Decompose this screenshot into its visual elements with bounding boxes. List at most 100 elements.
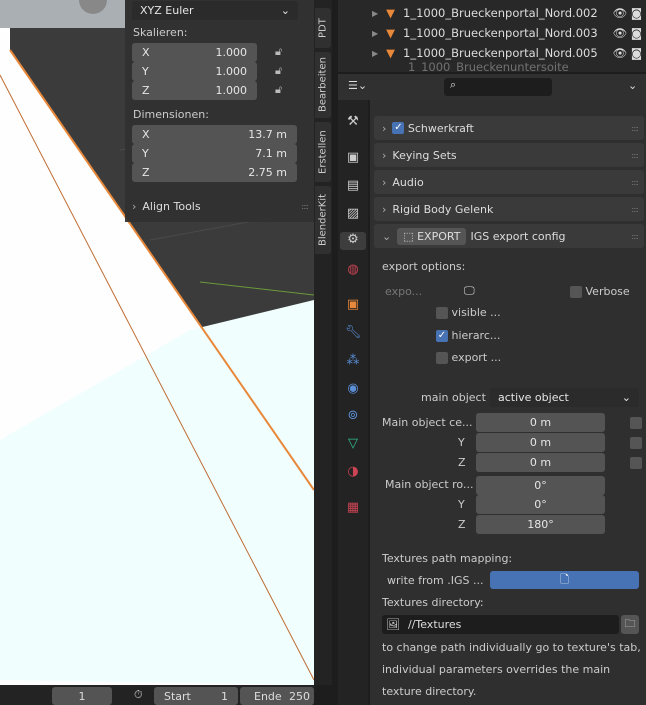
outliner-item[interactable]: ▶ ▼ 1_1000_Brueckenportal_Nord.002 👁︎ ◙	[338, 3, 646, 23]
panel-audio[interactable]: › Audio::::	[374, 170, 644, 194]
center-y-checkbox[interactable]	[630, 437, 642, 449]
verbose-checkbox[interactable]: Verbose	[570, 285, 630, 298]
monitor-icon[interactable]: 🖵︎	[464, 284, 475, 298]
view-layer-icon[interactable]: ▨	[344, 206, 362, 224]
constraints-icon[interactable]: ⊚	[344, 408, 362, 426]
rotation-x-field[interactable]: 0°	[476, 476, 605, 495]
mesh-icon: ▼	[386, 26, 396, 40]
center-label: Main object ce...	[382, 416, 473, 429]
sidebar-item-panel: XYZ Euler ⌄ Skalieren: X 1.000 Y 1.000 Z 1.0…	[125, 0, 314, 222]
stopwatch-icon[interactable]: ⏱︎	[134, 688, 143, 702]
expo-label: expo...	[385, 285, 423, 298]
note-text: texture directory.	[382, 685, 477, 698]
eye-icon: 👁︎ ◙	[612, 6, 642, 20]
rotation-mode-value: XYZ Euler	[140, 4, 194, 17]
render-icon[interactable]: ▣	[344, 150, 362, 168]
scale-x-field[interactable]: X 1.000	[132, 43, 257, 62]
dimensions-label: Dimensionen:	[133, 108, 209, 121]
search-icon: ⌕	[450, 78, 457, 91]
current-frame-field[interactable]: 1	[52, 687, 112, 705]
wrench-icon[interactable]: 🔧︎	[344, 325, 362, 343]
physics-icon[interactable]: ◉	[344, 381, 362, 399]
unlock-icon[interactable]: 🔓︎	[275, 45, 282, 59]
outliner-item[interactable]: ▶ ▼ 1_1000_Brueckenportal_Nord.003 👁︎ ◙	[338, 23, 646, 43]
particles-icon[interactable]: ⁂	[344, 353, 362, 371]
rotation-y-field[interactable]: 0°	[476, 495, 605, 514]
export-checkbox[interactable]: export ...	[436, 351, 501, 364]
main-object-label: main object	[421, 391, 486, 404]
mesh-icon: ▼	[386, 46, 396, 60]
scale-z-field[interactable]: Z 1.000	[132, 81, 257, 100]
write-from-label: write from .IGS ...	[387, 574, 484, 587]
gravity-checkbox[interactable]: ✓	[392, 122, 405, 134]
dimension-z-field[interactable]: Z 2.75 m	[132, 163, 297, 182]
textures-mapping-label: Textures path mapping:	[382, 552, 513, 565]
chevron-down-icon: ⌄	[621, 391, 631, 404]
tab-erstellen[interactable]: Erstellen	[315, 122, 331, 182]
world-icon[interactable]: ◍	[344, 262, 362, 280]
eye-icon: 👁︎ ◙	[612, 46, 642, 60]
chevron-down-icon: ⌄	[280, 4, 290, 17]
properties-content: › ✓ Schwerkraft:::: › Keying Sets:::: › Aud…	[370, 100, 646, 705]
export-button[interactable]: ⬚ EXPORT	[397, 227, 467, 245]
file-toggle-button[interactable]: 🗋︎	[490, 571, 639, 589]
folder-icon[interactable]: 🗀︎	[621, 615, 639, 634]
tab-blenderkit[interactable]: BlenderKit	[315, 186, 331, 254]
sidebar-tabs: PDT Bearbeiten Erstellen BlenderKit	[314, 0, 332, 685]
panel-rigid-body[interactable]: › Rigid Body Gelenk::::	[374, 197, 644, 221]
rotation-mode-dropdown[interactable]: XYZ Euler ⌄	[132, 1, 298, 20]
outliner: ▶ ▼ 1_1000_Brueckenportal_Nord.002 👁︎ ◙ ▶ ▼ 1…	[338, 0, 646, 72]
scene-icon[interactable]: ⚙	[340, 232, 366, 250]
hierarchy-checkbox[interactable]: ✓ hierarc...	[436, 329, 500, 342]
object-icon[interactable]: ▣	[344, 297, 362, 315]
eye-icon: 👁︎ ◙	[612, 26, 642, 40]
main-object-dropdown[interactable]: active object ⌄	[490, 388, 639, 407]
axis-label: Y	[458, 498, 465, 511]
start-frame-field[interactable]: Start 1	[154, 687, 238, 705]
note-text: individual parameters overrides the main	[382, 663, 611, 676]
tool-icon[interactable]: ⚒	[344, 114, 362, 132]
timeline-bar: 1 ⏱︎ Start 1 Ende 250	[0, 685, 314, 705]
dimension-y-field[interactable]: Y 7.1 m	[132, 144, 297, 163]
scale-label: Skalieren:	[133, 26, 188, 39]
tab-bearbeiten[interactable]: Bearbeiten	[315, 52, 331, 118]
chevron-down-icon[interactable]: ⌄	[628, 79, 637, 92]
mesh-data-icon[interactable]: ▽	[344, 436, 362, 454]
rotation-z-field[interactable]: 180°	[476, 515, 605, 534]
align-tools-panel[interactable]: › Align Tools	[132, 200, 201, 213]
end-frame-field[interactable]: Ende 250	[240, 687, 314, 705]
panel-igs-export[interactable]: ⌄ ⬚ EXPORT IGS export config::::	[374, 224, 644, 248]
textures-dir-input[interactable]: 🖼︎//Textures	[382, 615, 619, 634]
center-z-checkbox[interactable]	[630, 457, 642, 469]
note-text: to change path individually go to textur…	[382, 641, 641, 654]
editor-type-icon[interactable]: ☰⌄	[348, 79, 367, 92]
dimension-x-field[interactable]: X 13.7 m	[132, 125, 297, 144]
output-icon[interactable]: ▤	[344, 178, 362, 196]
panel-gravity[interactable]: › ✓ Schwerkraft::::	[374, 116, 644, 140]
texture-icon[interactable]: ▦	[344, 500, 362, 518]
center-x-field[interactable]: 0 m	[476, 413, 605, 432]
rotation-label: Main object ro...	[385, 478, 474, 491]
export-options-label: export options:	[382, 260, 466, 273]
axis-label: Y	[458, 436, 465, 449]
outliner-item[interactable]: 1_1000_Brueckenuntersoite	[338, 62, 646, 72]
panel-keying-sets[interactable]: › Keying Sets::::	[374, 143, 644, 167]
mesh-icon: ▼	[386, 6, 396, 20]
center-y-field[interactable]: 0 m	[476, 433, 605, 452]
scale-y-field[interactable]: Y 1.000	[132, 62, 257, 81]
center-x-checkbox[interactable]	[630, 417, 642, 429]
drag-handle-icon[interactable]: ::::	[301, 202, 309, 211]
unlock-icon[interactable]: 🔓︎	[275, 64, 282, 78]
material-icon[interactable]: ◑	[344, 464, 362, 482]
unlock-icon[interactable]: 🔓︎	[275, 83, 282, 97]
tab-pdt[interactable]: PDT	[315, 8, 331, 48]
outliner-item[interactable]: ▶ ▼ 1_1000_Brueckenportal_Nord.005 👁︎ ◙	[338, 43, 646, 63]
properties-header: ☰⌄ ⌕ ⌄	[338, 74, 646, 100]
search-input[interactable]: ⌕	[444, 78, 552, 96]
file-icon: 🗋︎	[560, 573, 569, 586]
visible-checkbox[interactable]: visible ...	[436, 306, 501, 319]
axis-label: Z	[458, 456, 466, 469]
center-z-field[interactable]: 0 m	[476, 453, 605, 472]
axis-label: Z	[458, 518, 466, 531]
textures-dir-label: Textures directory:	[382, 596, 484, 609]
